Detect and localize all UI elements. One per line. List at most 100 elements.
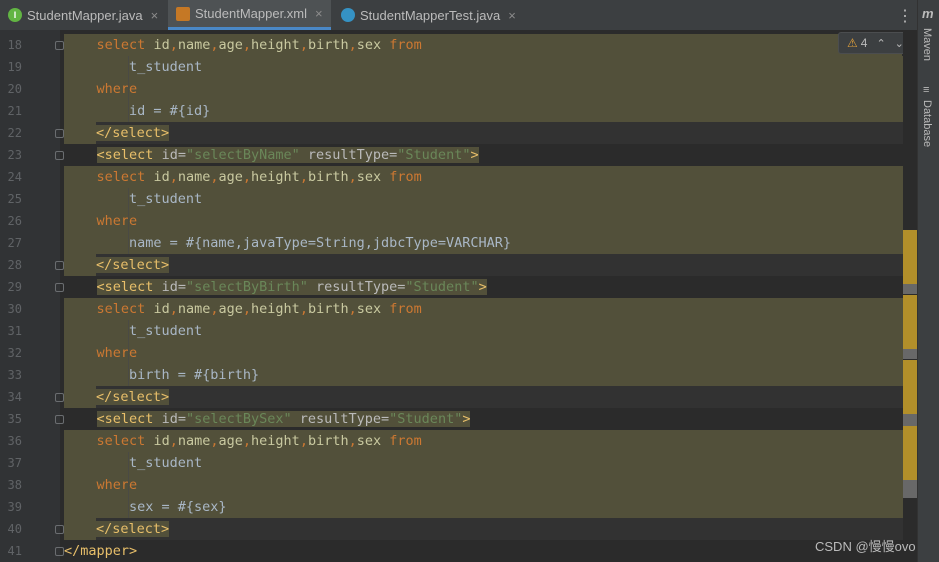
line-number: 39: [7, 500, 22, 514]
xml-string: "Student": [397, 147, 471, 163]
code-line: where: [64, 342, 917, 364]
line-number: 32: [7, 346, 22, 360]
warning-icon: ⚠: [847, 36, 858, 50]
interface-icon: I: [8, 8, 22, 22]
sql-condition: birth = #{birth}: [129, 367, 260, 383]
code-line: </select>: [64, 386, 917, 408]
fold-marker-icon[interactable]: [55, 283, 64, 292]
line-number: 18: [7, 38, 22, 52]
fold-marker-icon[interactable]: [55, 525, 64, 534]
close-icon[interactable]: ×: [315, 6, 323, 21]
line-number: 35: [7, 412, 22, 426]
sql-table: t_student: [129, 59, 203, 75]
code-line: t_student: [64, 56, 917, 78]
fold-marker-icon[interactable]: [55, 261, 64, 270]
code-line: <select id="selectByName" resultType="St…: [96, 147, 479, 163]
fold-marker-icon[interactable]: [55, 393, 64, 402]
sql-keyword: from: [389, 37, 422, 53]
sql-keyword: where: [96, 81, 138, 97]
close-icon[interactable]: ×: [151, 8, 159, 23]
warning-count: 4: [860, 36, 868, 50]
line-number: 23: [7, 148, 22, 162]
right-tool-window-bar: m Maven ≡ Database: [917, 0, 939, 562]
line-number: 22: [7, 126, 22, 140]
code-line: t_student: [64, 452, 917, 474]
code-line: name = #{name,javaType=String,jdbcType=V…: [64, 232, 917, 254]
indent-guide: [128, 452, 129, 518]
code-line: where: [64, 474, 917, 496]
sql-condition: sex = #{sex}: [129, 499, 227, 515]
more-tabs-icon[interactable]: ⋮: [897, 6, 913, 26]
line-number: 40: [7, 522, 22, 536]
tab-label: StudentMapper.xml: [195, 6, 308, 21]
sql-column: age: [218, 37, 243, 53]
line-number: 21: [7, 104, 22, 118]
line-number: 31: [7, 324, 22, 338]
code-line: sex = #{sex}: [64, 496, 917, 518]
code-editor[interactable]: select id,name,age,height,birth,sex from…: [64, 30, 917, 562]
code-line: select id,name,age,height,birth,sex from: [64, 34, 902, 56]
code-line: birth = #{birth}: [64, 364, 917, 386]
previous-highlight-icon[interactable]: ⌃: [876, 37, 885, 50]
error-stripe[interactable]: [903, 30, 917, 562]
tab-student-mapper-xml[interactable]: StudentMapper.xml ×: [168, 0, 331, 30]
indent-guide: [128, 320, 129, 386]
line-number: 20: [7, 82, 22, 96]
tab-label: StudentMapper.java: [27, 7, 143, 23]
code-line: where: [64, 78, 917, 100]
code-line: t_student: [64, 188, 917, 210]
code-line: t_student: [64, 320, 917, 342]
stripe-mark[interactable]: [903, 360, 917, 414]
line-number: 25: [7, 192, 22, 206]
sql-condition: id = #{id}: [129, 103, 211, 119]
line-number: 24: [7, 170, 22, 184]
code-line: select id,name,age,height,birth,sex from: [64, 298, 917, 320]
line-number: 28: [7, 258, 22, 272]
sql-column: sex: [356, 37, 382, 53]
line-number: 19: [7, 60, 22, 74]
line-number: 36: [7, 434, 22, 448]
line-number: 29: [7, 280, 22, 294]
stripe-mark[interactable]: [903, 230, 917, 284]
line-number: 41: [7, 544, 22, 558]
fold-marker-icon[interactable]: [55, 415, 64, 424]
code-line: where: [64, 210, 917, 232]
stripe-mark[interactable]: [903, 295, 917, 349]
line-number: 26: [7, 214, 22, 228]
indent-guide: [128, 188, 129, 254]
code-line: </select>: [64, 518, 917, 540]
xml-tag: </mapper>: [64, 543, 138, 559]
fold-marker-icon[interactable]: [55, 41, 64, 50]
fold-marker-icon[interactable]: [55, 129, 64, 138]
line-number: 33: [7, 368, 22, 382]
line-number: 30: [7, 302, 22, 316]
line-number: 38: [7, 478, 22, 492]
sql-column: id: [153, 37, 170, 53]
indent-guide: [128, 56, 129, 122]
maven-tool-button[interactable]: Maven: [921, 28, 933, 61]
code-line: id = #{id}: [64, 100, 917, 122]
fold-marker-icon[interactable]: [55, 547, 64, 556]
maven-icon: m: [922, 6, 934, 21]
code-line: </mapper>: [64, 540, 917, 562]
fold-marker-icon[interactable]: [55, 151, 64, 160]
stripe-mark: [903, 480, 917, 498]
code-line: <select id="selectByBirth" resultType="S…: [96, 279, 487, 295]
stripe-mark: [903, 284, 917, 294]
tab-label: StudentMapperTest.java: [360, 7, 501, 23]
sql-condition: name = #{name,javaType=String,jdbcType=V…: [129, 235, 512, 251]
watermark: CSDN @慢慢ovo: [815, 539, 916, 554]
sql-column: height: [251, 37, 300, 53]
tab-student-mapper-java[interactable]: I StudentMapper.java ×: [8, 0, 158, 30]
stripe-mark: [903, 414, 917, 426]
xml-tag: <select: [96, 147, 154, 163]
code-line: select id,name,age,height,birth,sex from: [64, 430, 917, 452]
database-icon: ≡: [923, 84, 930, 96]
line-number: 34: [7, 390, 22, 404]
database-tool-button[interactable]: Database: [921, 100, 933, 147]
close-icon[interactable]: ×: [508, 8, 516, 23]
stripe-mark[interactable]: [903, 426, 917, 480]
sql-keyword: select: [96, 37, 146, 53]
stripe-mark: [903, 349, 917, 359]
tab-student-mapper-test-java[interactable]: StudentMapperTest.java ×: [341, 0, 516, 30]
